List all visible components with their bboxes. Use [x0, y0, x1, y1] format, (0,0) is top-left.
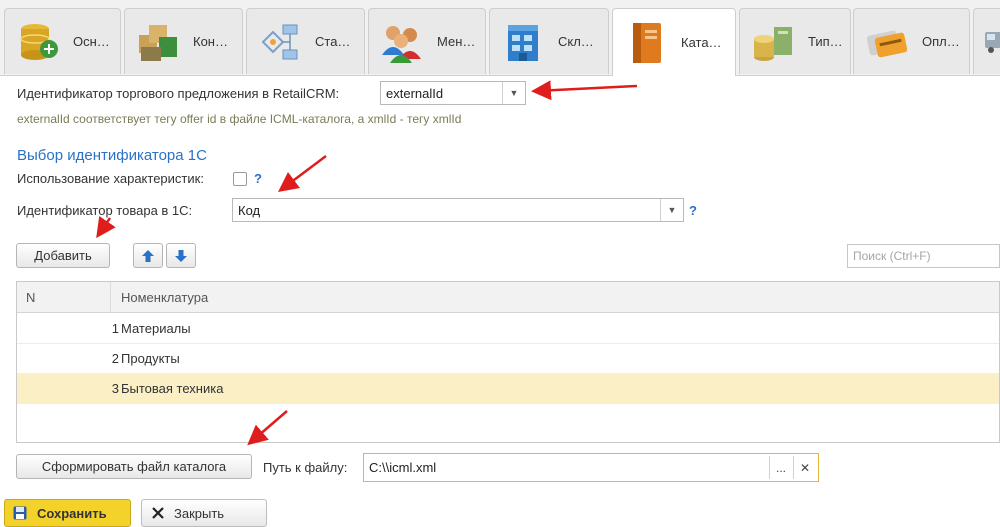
- tab-label: Мен…: [437, 34, 476, 49]
- floppy-disk-icon: [13, 506, 27, 520]
- characteristics-help-icon[interactable]: ?: [254, 171, 262, 186]
- arrow-down-icon: [175, 249, 187, 262]
- users-icon: [377, 17, 427, 67]
- tab-label: Ста…: [315, 34, 351, 49]
- chevron-down-icon[interactable]: ▼: [502, 82, 525, 104]
- row-name: Продукты: [121, 351, 180, 366]
- tab-payments[interactable]: Опл…: [853, 8, 970, 74]
- tab-label: Осн…: [73, 34, 110, 49]
- truck-icon: [982, 17, 1000, 67]
- arrow-up-icon: [142, 249, 154, 262]
- section-title: Выбор идентификатора 1С: [17, 147, 207, 164]
- move-down-button[interactable]: [166, 243, 196, 268]
- column-header-name[interactable]: Номенклатура: [121, 290, 208, 305]
- browse-button[interactable]: ...: [769, 456, 792, 479]
- product-id-select[interactable]: Код ▼: [232, 198, 684, 222]
- row-name: Бытовая техника: [121, 381, 224, 396]
- move-up-button[interactable]: [133, 243, 163, 268]
- table-row-selected[interactable]: 3 Бытовая техника: [17, 373, 999, 404]
- column-header-n[interactable]: N: [26, 290, 35, 305]
- tab-label: Тип…: [808, 34, 843, 49]
- offer-id-label: Идентификатор торгового предложения в Re…: [17, 86, 340, 101]
- tab-label: Кон…: [193, 34, 228, 49]
- tab-price-types[interactable]: Тип…: [739, 8, 851, 74]
- search-placeholder: Поиск (Ctrl+F): [853, 249, 931, 263]
- add-button[interactable]: Добавить: [16, 243, 110, 268]
- generate-catalog-button[interactable]: Сформировать файл каталога: [16, 454, 252, 479]
- tab-label: Ката…: [681, 35, 722, 50]
- tab-contractors[interactable]: Кон…: [124, 8, 243, 74]
- database-icon: [13, 17, 63, 67]
- table-row[interactable]: 2 Продукты: [17, 343, 999, 374]
- clear-icon[interactable]: ✕: [793, 456, 816, 479]
- offer-id-value: externalId: [386, 86, 444, 101]
- tab-warehouses[interactable]: Скл…: [489, 8, 609, 74]
- warehouse-icon: [498, 17, 548, 67]
- tab-statuses[interactable]: Ста…: [246, 8, 365, 74]
- path-value: C:\\icml.xml: [369, 460, 437, 475]
- characteristics-label: Использование характеристик:: [17, 171, 204, 186]
- workflow-icon: [255, 17, 305, 67]
- close-label: Закрыть: [174, 505, 225, 521]
- boxes-icon: [133, 17, 183, 67]
- tab-label: Опл…: [922, 34, 960, 49]
- tab-label: Скл…: [558, 34, 594, 49]
- product-id-label: Идентификатор товара в 1С:: [17, 203, 193, 218]
- annotation-arrow: [278, 155, 327, 192]
- offer-id-select[interactable]: externalId ▼: [380, 81, 526, 105]
- close-button[interactable]: Закрыть: [141, 499, 267, 527]
- product-id-value: Код: [238, 203, 261, 218]
- close-icon: [152, 507, 164, 519]
- tab-managers[interactable]: Мен…: [368, 8, 486, 74]
- row-number: 2: [111, 351, 119, 366]
- chevron-down-icon[interactable]: ▼: [660, 199, 683, 221]
- table-row[interactable]: 1 Материалы: [17, 313, 999, 344]
- catalog-icon: [621, 18, 671, 68]
- row-number: 3: [111, 381, 119, 396]
- path-input[interactable]: C:\\icml.xml ... ✕: [363, 453, 819, 482]
- credit-card-icon: [862, 17, 912, 67]
- row-name: Материалы: [121, 321, 191, 336]
- tab-catalog[interactable]: Ката…: [612, 8, 736, 76]
- nomenclature-table: N Номенклатура 1 Материалы 2 Продукты 3 …: [16, 281, 1000, 443]
- coins-icon: [748, 17, 798, 67]
- search-input[interactable]: Поиск (Ctrl+F): [847, 244, 1000, 268]
- tab-delivery[interactable]: [973, 8, 1000, 74]
- path-label: Путь к файлу:: [263, 460, 348, 475]
- annotation-arrow: [96, 215, 116, 239]
- column-divider: [110, 282, 111, 312]
- save-label: Сохранить: [37, 505, 107, 521]
- annotation-arrow: [531, 80, 638, 101]
- product-id-help-icon[interactable]: ?: [689, 203, 697, 218]
- row-number: 1: [111, 321, 119, 336]
- save-button[interactable]: Сохранить: [4, 499, 131, 527]
- table-header: N Номенклатура: [17, 282, 999, 313]
- tab-bar: Осн… Кон… Ста… Мен… Скл… Ката… Тип… Опл…: [0, 0, 1000, 76]
- characteristics-checkbox[interactable]: [233, 172, 247, 186]
- tab-main[interactable]: Осн…: [4, 8, 121, 74]
- offer-id-hint: externalId соответствует тегу offer id в…: [17, 112, 462, 126]
